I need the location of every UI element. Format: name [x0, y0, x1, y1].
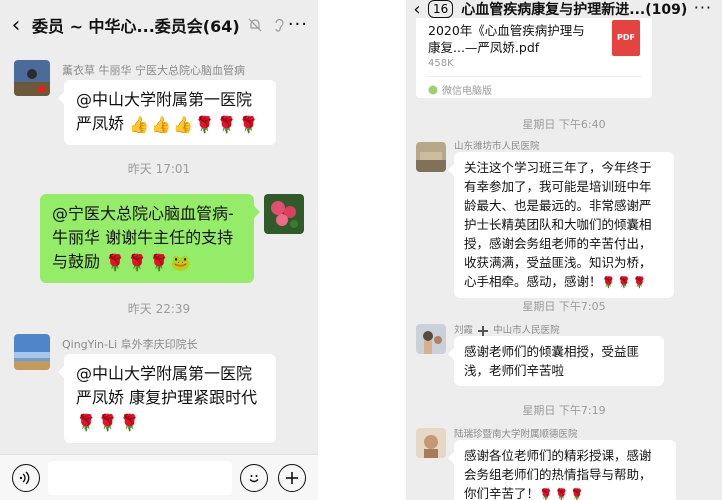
- message-bubble[interactable]: @中山大学附属第一医院 严凤娇 康复护理紧跟时代 🌹 🌹 🌹: [58, 354, 276, 443]
- mute-bell-icon: [248, 18, 262, 32]
- rose-emoji: 🌹: [238, 114, 259, 134]
- sender-hospital: 中山市人民医院: [493, 325, 560, 336]
- timestamp: 星期日 下午7:19: [522, 404, 606, 417]
- avatar[interactable]: [416, 324, 446, 354]
- file-source-label: 微信电脑版: [442, 86, 492, 97]
- rose-emoji: 🌹: [76, 412, 96, 432]
- file-name: 2020年《心血管疾病护理与康复...—严凤娇.pdf: [428, 23, 585, 55]
- avatar[interactable]: [14, 334, 50, 370]
- message-text: @中山大学附属第一医院 严凤娇 康复护理紧跟时代: [76, 364, 258, 407]
- emoji-row: 👍 👍 👍 🌹 🌹 🌹: [129, 114, 261, 134]
- rose-emoji: 🌹: [216, 114, 237, 134]
- thumbs-up-emoji: 👍: [172, 114, 193, 134]
- avatar[interactable]: [416, 428, 446, 458]
- sender-name: 刘霞 中山市人民医院: [454, 322, 560, 336]
- message-bubble[interactable]: 感谢老师们的倾囊相授，受益匪 浅，老师们辛苦啦: [448, 336, 664, 386]
- unread-badge: 16: [428, 0, 454, 18]
- timestamp: 星期日 下午7:05: [522, 300, 606, 313]
- rose-emoji: 🌹: [148, 252, 169, 272]
- avatar[interactable]: [416, 142, 446, 172]
- sender-name: 山东潍坊市人民医院: [454, 141, 540, 152]
- voice-icon[interactable]: [12, 464, 40, 492]
- left-chat-screen: ‹ 委员 ~ 中华心...委员会(64) ··· 薰衣草 牛丽华 宁医大总院心脑…: [0, 0, 318, 500]
- wechat-pc-icon: [428, 85, 438, 94]
- right-chat-screen: ‹ 16 心血管疾病康复与护理新进...(109) ··· 2020年《心血管疾…: [406, 0, 722, 500]
- message-bubble[interactable]: @中山大学附属第一医院 严凤娇 👍 👍 👍 🌹 🌹 🌹: [58, 80, 276, 145]
- rose-emoji: 🌹: [601, 276, 616, 289]
- plus-icon[interactable]: [278, 464, 306, 492]
- timestamp: 昨天 22:39: [127, 302, 191, 316]
- more-options-icon[interactable]: ···: [288, 14, 308, 35]
- input-bar: [0, 454, 318, 500]
- emoji-icon[interactable]: [240, 464, 268, 492]
- back-arrow-icon[interactable]: ‹: [0, 13, 32, 38]
- ear-icon: [275, 18, 284, 32]
- rose-emoji: 🌹: [97, 412, 118, 432]
- avatar[interactable]: [14, 60, 50, 96]
- sender-name-part: 刘霞: [454, 325, 474, 336]
- file-source: 微信电脑版: [428, 82, 492, 97]
- chat-header: ‹ 委员 ~ 中华心...委员会(64) ···: [0, 0, 318, 50]
- emoji-row: 🌹 🌹 🌹 🐸: [105, 252, 193, 272]
- message-bubble[interactable]: 关注这个学习班三年了，今年终于 有幸参加了，我可能是培训班中年 龄最大、也是最远…: [448, 152, 674, 298]
- rose-emoji: 🌹: [194, 114, 215, 134]
- chat-title: 心血管疾病康复与护理新进...(109): [461, 2, 688, 18]
- sender-name: QingYin-Li 阜外李庆印院长: [62, 338, 198, 351]
- my-avatar[interactable]: [264, 194, 304, 234]
- rose-emoji: 🌹: [119, 412, 140, 432]
- chat-title: 委员 ~ 中华心...委员会(64): [32, 17, 240, 36]
- rose-emoji: 🌹: [570, 488, 585, 500]
- timestamp: 昨天 17:01: [127, 162, 191, 176]
- message-input[interactable]: [48, 461, 232, 495]
- message-text: 关注这个学习班三年了，今年终于 有幸参加了，我可能是培训班中年 龄最大、也是最远…: [464, 160, 652, 289]
- rose-emoji: 🌹: [539, 488, 553, 500]
- rose-emoji: 🌹: [632, 276, 647, 289]
- sender-name: 陆瑞珍暨南大学附属顺德医院: [454, 429, 578, 440]
- file-size: 458K: [428, 58, 454, 69]
- thumbs-up-emoji: 👍: [129, 114, 150, 134]
- message-bubble[interactable]: 感谢各位老师们的精彩授课，感谢 会务组老师们的热情指导与帮助， 你们辛苦了！🌹 🌹…: [448, 440, 676, 500]
- rose-emoji: 🌹: [105, 252, 126, 272]
- sender-name: 薰衣草 牛丽华 宁医大总院心脑血管病: [62, 64, 245, 77]
- timestamp: 星期日 下午6:40: [522, 118, 606, 131]
- frog-emoji: 🐸: [170, 252, 191, 272]
- back-arrow-icon[interactable]: ‹: [406, 0, 428, 20]
- rose-emoji: 🌹: [554, 488, 569, 500]
- chat-header: ‹ 16 心血管疾病康复与护理新进...(109) ···: [406, 0, 722, 20]
- pdf-icon: PDF: [612, 20, 640, 56]
- rose-emoji: 🌹: [617, 276, 631, 289]
- message-bubble[interactable]: @宁医大总院心脑血管病- 牛丽华 谢谢牛主任的支持 与鼓励 🌹 🌹 🌹 🐸: [40, 194, 260, 283]
- red-cross-icon: [478, 325, 489, 336]
- rose-emoji: 🌹: [127, 252, 147, 272]
- thumbs-up-emoji: 👍: [151, 114, 171, 134]
- emoji-row: 🌹 🌹 🌹: [76, 410, 264, 435]
- more-options-icon[interactable]: ···: [694, 0, 712, 17]
- message-text: 感谢老师们的倾囊相授，受益匪 浅，老师们辛苦啦: [464, 344, 640, 378]
